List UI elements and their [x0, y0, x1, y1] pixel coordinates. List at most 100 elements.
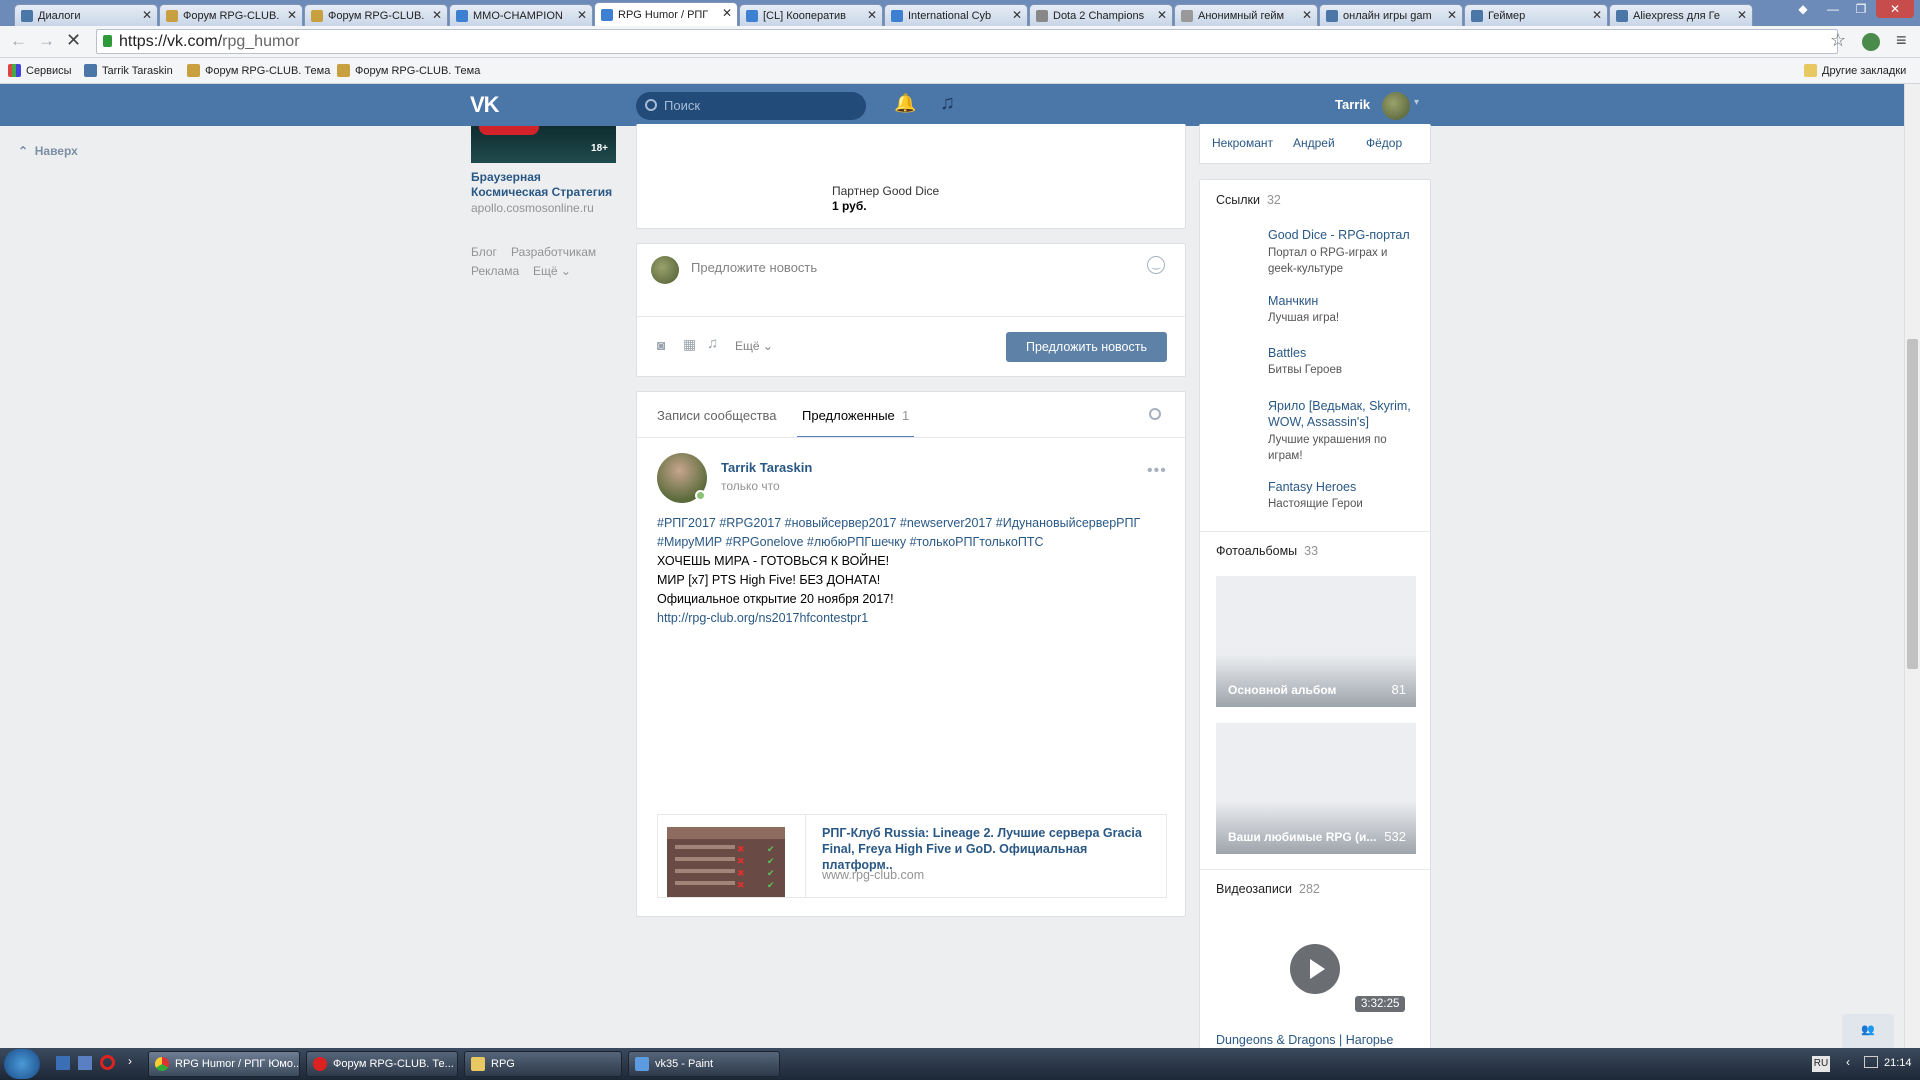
link-title[interactable]: Fantasy Heroes — [1268, 480, 1356, 494]
close-tab-icon[interactable]: ✕ — [577, 8, 587, 22]
close-tab-icon[interactable]: ✕ — [1592, 8, 1602, 22]
task-opera[interactable]: Форум RPG-CLUB. Те... — [306, 1051, 458, 1077]
footer-ads[interactable]: Реклама — [471, 264, 519, 278]
restore-icon[interactable]: ❐ — [1848, 0, 1874, 18]
quicklaunch-icon[interactable] — [56, 1056, 70, 1070]
link-title[interactable]: Манчкин — [1268, 294, 1318, 308]
bookmark-star-icon[interactable]: ☆ — [1830, 30, 1846, 51]
browser-tab[interactable]: Анонимный гейм ✕ — [1174, 4, 1318, 26]
close-tab-icon[interactable]: ✕ — [1157, 8, 1167, 22]
video-icon[interactable]: ▦ — [683, 336, 696, 353]
browser-tab[interactable]: International Cyb ✕ — [884, 4, 1028, 26]
member-name[interactable]: Некромант — [1212, 136, 1273, 150]
vk-logo-icon[interactable]: VK — [470, 92, 504, 118]
browser-tab[interactable]: Aliexpress для Ге ✕ — [1609, 4, 1753, 26]
tab-suggested[interactable]: Предложенные 1 — [797, 392, 915, 438]
scroll-thumb[interactable] — [1907, 339, 1918, 669]
footer-more[interactable]: Ещё ⌄ — [533, 264, 571, 278]
product-name[interactable]: Партнер Good Dice — [832, 184, 939, 198]
task-chrome[interactable]: RPG Humor / РПГ Юмо... — [148, 1051, 300, 1077]
close-tab-icon[interactable]: ✕ — [867, 8, 877, 22]
avatar[interactable] — [1382, 92, 1410, 120]
ad-title[interactable]: Браузерная Космическая Стратегия — [471, 170, 617, 200]
task-paint[interactable]: vk35 - Paint — [628, 1051, 780, 1077]
close-tab-icon[interactable]: ✕ — [142, 8, 152, 22]
stop-loading-icon[interactable]: ✕ — [66, 30, 81, 51]
tab-wall-posts[interactable]: Записи сообщества — [657, 408, 777, 423]
suggest-input[interactable]: Предложите новость — [691, 260, 817, 275]
post-link[interactable]: http://rpg-club.org/ns2017hfcontestpr1 — [657, 611, 868, 625]
forward-arrow-icon[interactable]: → — [38, 31, 55, 51]
album-main[interactable]: Основной альбом 81 — [1216, 576, 1416, 707]
close-window-icon[interactable]: ✕ — [1876, 0, 1914, 18]
browser-tab[interactable]: Форум RPG-CLUB. ✕ — [304, 4, 448, 26]
browser-tab[interactable]: Геймер ✕ — [1464, 4, 1608, 26]
post-hashtags[interactable]: #РПГ2017 #RPG2017 #новыйсервер2017 #news… — [657, 516, 1140, 530]
close-tab-icon[interactable]: ✕ — [432, 8, 442, 22]
quicklaunch-icon[interactable] — [78, 1056, 92, 1070]
start-button[interactable] — [4, 1049, 40, 1079]
close-tab-icon[interactable]: ✕ — [1302, 8, 1312, 22]
ad-image[interactable]: 18+ — [471, 126, 616, 163]
links-header[interactable]: Ссылки 32 — [1216, 193, 1281, 207]
post-author[interactable]: Tarrik Taraskin — [721, 460, 812, 475]
link-title[interactable]: Good Dice - RPG-портал — [1268, 228, 1410, 242]
task-folder[interactable]: RPG — [464, 1051, 622, 1077]
member-name[interactable]: Фёдор — [1366, 136, 1402, 150]
footer-developers[interactable]: Разработчикам — [511, 245, 596, 259]
link-title[interactable]: Battles — [1268, 346, 1306, 360]
bookmark-forum-2[interactable]: Форум RPG-CLUB. Тема — [337, 64, 480, 77]
browser-tab[interactable]: [CL] Кооператив ✕ — [739, 4, 883, 26]
bookmark-services[interactable]: Сервисы — [8, 64, 72, 77]
suggest-news-button[interactable]: Предложить новость — [1006, 332, 1167, 362]
extension-icon[interactable] — [1862, 33, 1880, 51]
close-tab-icon[interactable]: ✕ — [287, 8, 297, 22]
post-menu-icon[interactable]: ••• — [1147, 462, 1167, 480]
browser-tab[interactable]: онлайн игры gam ✕ — [1319, 4, 1463, 26]
address-bar[interactable]: https://vk.com/rpg_humor — [96, 29, 1838, 54]
minimize-icon[interactable]: — — [1820, 0, 1846, 18]
network-icon[interactable] — [1864, 1056, 1878, 1068]
language-indicator[interactable]: RU — [1812, 1056, 1830, 1072]
close-tab-icon[interactable]: ✕ — [1012, 8, 1022, 22]
footer-blog[interactable]: Блог — [471, 245, 497, 259]
bookmark-tarrik[interactable]: Tarrik Taraskin — [84, 64, 173, 77]
other-bookmarks[interactable]: Другие закладки — [1804, 64, 1906, 77]
link-title[interactable]: Ярило [Ведьмак, Skyrim, WOW, Assassin's] — [1268, 398, 1423, 430]
snippet-domain[interactable]: www.rpg-club.com — [822, 868, 924, 882]
bookmark-forum-1[interactable]: Форум RPG-CLUB. Тема — [187, 64, 330, 77]
close-tab-icon[interactable]: ✕ — [1737, 8, 1747, 22]
user-name[interactable]: Tarrik — [1335, 97, 1370, 112]
audio-icon[interactable]: ♫ — [707, 335, 718, 352]
music-icon[interactable]: ♫ — [940, 92, 955, 115]
more-attachments[interactable]: Ещё ⌄ — [735, 339, 773, 353]
chevron-down-icon[interactable]: ▾ — [1414, 97, 1419, 108]
browser-tab[interactable]: RPG Humor / РПГ ✕ — [594, 2, 738, 26]
browser-tab[interactable]: Диалоги ✕ — [14, 4, 158, 26]
browser-tab[interactable]: MMO-CHAMPION ✕ — [449, 4, 593, 26]
clock[interactable]: 21:14 — [1884, 1057, 1912, 1069]
bell-icon[interactable]: 🔔 — [894, 93, 916, 114]
browser-tab[interactable]: Dota 2 Champions ✕ — [1029, 4, 1173, 26]
page-scrollbar[interactable] — [1904, 84, 1920, 1048]
ad-domain[interactable]: apollo.cosmosonline.ru — [471, 201, 594, 215]
menu-icon[interactable]: ≡ — [1896, 30, 1907, 51]
user-profile-icon[interactable]: ◆ — [1790, 0, 1816, 18]
smiley-icon[interactable]: ‿ — [1147, 256, 1165, 274]
camera-icon[interactable]: ◙ — [657, 337, 665, 353]
close-tab-icon[interactable]: ✕ — [1447, 8, 1457, 22]
opera-icon[interactable] — [100, 1055, 115, 1070]
chevron-right-icon[interactable]: › — [128, 1054, 132, 1068]
browser-tab[interactable]: Форум RPG-CLUB. ✕ — [159, 4, 303, 26]
play-icon[interactable] — [1290, 944, 1340, 994]
albums-header[interactable]: Фотоальбомы 33 — [1216, 544, 1318, 558]
post-time[interactable]: только что — [721, 479, 780, 493]
chat-users-icon[interactable]: 👥 — [1842, 1014, 1894, 1048]
back-arrow-icon[interactable]: ← — [10, 31, 27, 51]
link-snippet[interactable]: ✖ ✖ ✖ ✖ ✔ ✔ ✔ ✔ РПГ-Клуб Russia: Lineage 2. Лу… — [657, 814, 1167, 898]
search-icon[interactable] — [1149, 408, 1161, 420]
tray-arrow-icon[interactable]: ‹ — [1846, 1055, 1850, 1069]
search-input[interactable]: Поиск — [636, 92, 866, 120]
member-name[interactable]: Андрей — [1293, 136, 1335, 150]
post-hashtags[interactable]: #МируМИР #RPGonelove #любюРПГшечку #толь… — [657, 535, 1044, 549]
